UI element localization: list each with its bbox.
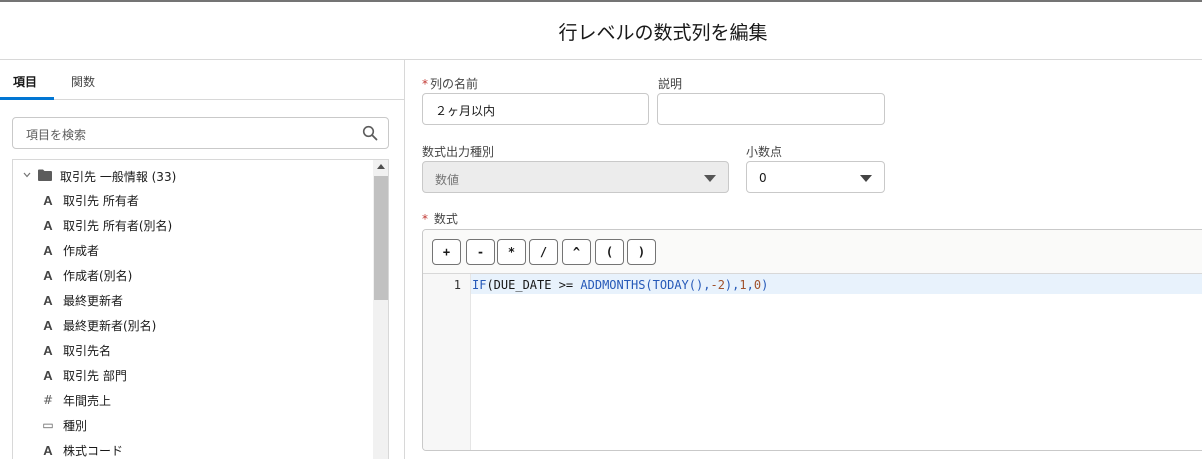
operator-open-paren-button[interactable]: (: [595, 239, 624, 265]
formula-label: * 数式: [422, 210, 458, 227]
operator-plus-button[interactable]: +: [432, 239, 461, 265]
tree-field-label: 最終更新者(別名): [63, 318, 157, 333]
tab-bar: 項目 関数: [0, 60, 405, 100]
tree-field-item[interactable]: A 取引先 所有者(別名): [41, 214, 172, 236]
tab-functions[interactable]: 関数: [71, 73, 95, 90]
tree-field-label: 作成者: [63, 243, 100, 258]
text-type-icon: A: [43, 292, 53, 308]
tree-field-item[interactable]: A 最終更新者: [41, 289, 123, 311]
tree-field-item[interactable]: A 株式コード: [41, 439, 123, 459]
code-token: TODAY: [652, 278, 689, 292]
output-type-select: 数値: [422, 161, 729, 193]
tree-field-item[interactable]: A 取引先 部門: [41, 364, 127, 386]
text-type-icon: A: [43, 242, 53, 258]
code-token: ),: [724, 278, 740, 292]
tree-field-item[interactable]: A 取引先名: [41, 339, 111, 361]
column-name-label-text: 列の名前: [430, 77, 479, 91]
field-tree: 取引先 一般情報 (33) A 取引先 所有者 A 取引先 所有者(別名) A 作成者 A 作…: [12, 159, 389, 459]
tree-field-item[interactable]: ▭ 種別: [41, 414, 87, 436]
code-token: ADDMONTHS: [580, 278, 646, 292]
formula-editor[interactable]: + - * / ^ ( ) 1 IF(DUE_DATE >= ADDMONTHS…: [422, 229, 1202, 451]
search-placeholder: 項目を検索: [26, 128, 87, 142]
code-token: 1: [739, 278, 747, 292]
picklist-type-icon: ▭: [42, 418, 54, 432]
tab-fields[interactable]: 項目: [13, 73, 37, 90]
code-token: IF: [472, 278, 487, 292]
column-name-input[interactable]: ２ヶ月以内: [422, 93, 649, 125]
tree-folder-label: 取引先 一般情報 (33): [60, 170, 177, 184]
text-type-icon: A: [43, 317, 53, 333]
text-type-icon: A: [43, 342, 53, 358]
code-token: >=: [558, 278, 574, 292]
tree-field-item[interactable]: A 最終更新者(別名): [41, 314, 156, 336]
formula-code[interactable]: IF(DUE_DATE >= ADDMONTHS(TODAY(),-2),1,0…: [472, 278, 768, 292]
field-search-input[interactable]: 項目を検索: [12, 117, 389, 149]
code-token: -2: [710, 278, 725, 292]
output-type-label: 数式出力種別: [422, 145, 495, 159]
description-label: 説明: [658, 77, 683, 91]
tree-field-label: 作成者(別名): [63, 268, 133, 283]
tree-field-item[interactable]: A 作成者: [41, 239, 99, 261]
tree-field-label: 取引先 所有者(別名): [63, 218, 173, 233]
scroll-up-arrow[interactable]: [377, 164, 385, 169]
operator-close-paren-button[interactable]: ): [627, 239, 656, 265]
column-name-value: ２ヶ月以内: [435, 104, 496, 118]
text-type-icon: A: [43, 267, 53, 283]
modal-header: 行レベルの数式列を編集: [0, 2, 1202, 60]
text-type-icon: A: [43, 442, 53, 458]
text-type-icon: A: [43, 192, 53, 208]
operator-toolbar: + - * / ^ ( ): [423, 230, 1202, 274]
tree-field-label: 年間売上: [63, 393, 112, 408]
required-marker: *: [422, 77, 428, 91]
tree-field-item[interactable]: # 年間売上: [41, 389, 111, 411]
required-marker: *: [422, 212, 428, 226]
folder-icon: [38, 169, 52, 181]
tree-field-label: 最終更新者: [63, 293, 124, 308]
scrollbar-thumb[interactable]: [374, 176, 388, 300]
tree-field-label: 取引先 所有者: [63, 193, 139, 208]
code-token: (DUE_DATE: [486, 278, 559, 292]
operator-power-button[interactable]: ^: [562, 239, 591, 265]
output-type-value: 数値: [435, 173, 460, 187]
tree-field-label: 株式コード: [63, 443, 124, 458]
chevron-down-icon[interactable]: [23, 171, 31, 179]
text-type-icon: A: [43, 217, 53, 233]
code-token: ,: [746, 278, 754, 292]
operator-divide-button[interactable]: /: [529, 239, 558, 265]
code-token: ): [761, 278, 769, 292]
number-type-icon: #: [42, 393, 54, 407]
modal-title: 行レベルの数式列を編集: [558, 22, 768, 44]
column-name-label: * 列の名前: [422, 75, 478, 92]
active-tab-indicator: [0, 97, 54, 100]
tree-field-label: 取引先 部門: [63, 368, 127, 383]
search-icon[interactable]: [362, 125, 378, 141]
operator-multiply-button[interactable]: *: [497, 239, 526, 265]
line-number-gutter: 1: [423, 274, 471, 450]
tree-field-item[interactable]: A 取引先 所有者: [41, 189, 139, 211]
decimals-select[interactable]: 0: [746, 161, 885, 193]
tree-field-label: 種別: [63, 418, 88, 433]
code-token: (),: [688, 278, 711, 292]
formula-label-text: 数式: [433, 212, 458, 226]
description-input[interactable]: [657, 93, 885, 125]
field-browser-panel: 項目 関数 項目を検索 取引先 一般情報 (33) A 取引先 所有者 A 取引先 所…: [0, 60, 405, 459]
chevron-down-icon: [704, 175, 716, 182]
operator-minus-button[interactable]: -: [466, 239, 495, 265]
code-token: 0: [753, 278, 762, 292]
tree-folder-row[interactable]: 取引先 一般情報 (33): [13, 164, 373, 186]
tree-field-item[interactable]: A 作成者(別名): [41, 264, 132, 286]
tree-field-label: 取引先名: [63, 343, 112, 358]
text-type-icon: A: [43, 367, 53, 383]
code-token: (: [645, 278, 653, 292]
line-number: 1: [453, 278, 461, 292]
decimals-value: 0: [759, 171, 767, 185]
chevron-down-icon[interactable]: [860, 175, 872, 182]
decimals-label: 小数点: [746, 145, 783, 159]
